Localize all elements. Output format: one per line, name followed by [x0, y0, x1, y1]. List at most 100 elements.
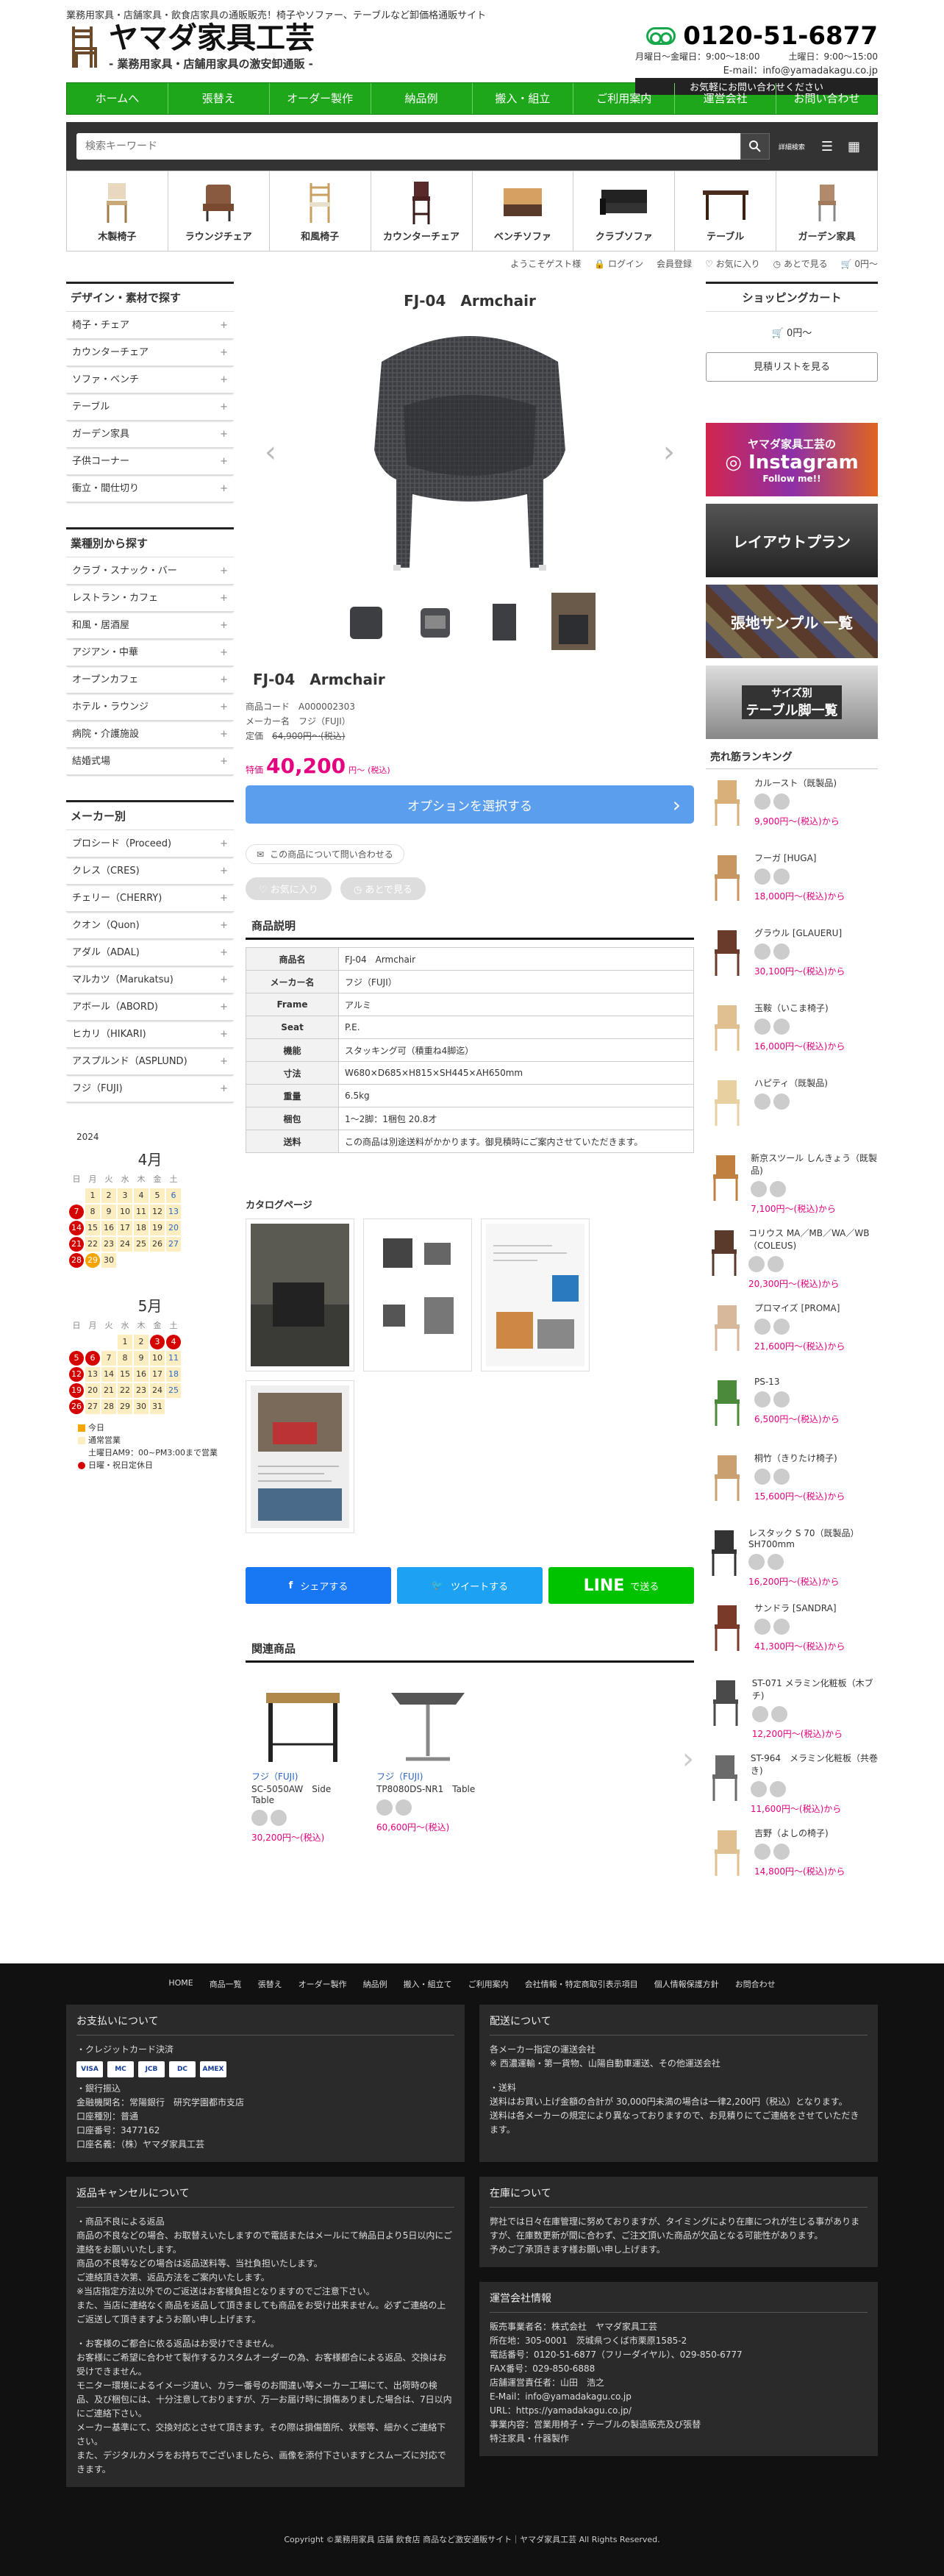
- footer-nav-link[interactable]: お問合わせ: [735, 1978, 776, 1990]
- sidebar-item-industry[interactable]: アジアン・中華 +: [66, 639, 234, 666]
- gnav-reupholster[interactable]: 張替え: [168, 83, 270, 114]
- gnav-assembly[interactable]: 搬入・組立: [473, 83, 574, 114]
- gnav-guide[interactable]: ご利用案内: [573, 83, 676, 114]
- next-arrow-icon[interactable]: ›: [663, 435, 675, 469]
- sidebar-item-design[interactable]: カウンターチェア +: [66, 339, 234, 366]
- gnav-delivery-examples[interactable]: 納品例: [371, 83, 473, 114]
- sidebar-item-maker[interactable]: クオン（Quon) +: [66, 912, 234, 939]
- sidebar-item-industry[interactable]: ホテル・ラウンジ +: [66, 693, 234, 721]
- ranking-item[interactable]: 玉鞍（いこま椅子) 16,000円〜(税込)から: [706, 994, 878, 1069]
- ranking-item[interactable]: レスタック S 70（既製品）SH700mm 16,200円〜(税込)から: [706, 1519, 878, 1594]
- clock-icon[interactable]: [773, 1319, 790, 1335]
- footer-nav-link[interactable]: 納品例: [363, 1978, 387, 1990]
- ranking-item[interactable]: グラウル [GLAUERU] 30,100円〜(税込)から: [706, 919, 878, 994]
- add-favorite-button[interactable]: ♡ お気に入り: [246, 877, 332, 900]
- select-options-button[interactable]: オプションを選択する: [246, 785, 694, 824]
- sidebar-item-maker[interactable]: ヒカリ（HIKARI) +: [66, 1021, 234, 1048]
- gnav-company[interactable]: 運営会社: [675, 83, 777, 114]
- ranking-item[interactable]: フーガ [HUGA] 18,000円〜(税込)から: [706, 844, 878, 919]
- related-next-arrow-icon[interactable]: ›: [501, 1674, 694, 1844]
- related-item[interactable]: フジ（FUJI) SC-5050AW Side Table 30,200円〜(税…: [251, 1674, 354, 1844]
- heart-icon[interactable]: [754, 1018, 770, 1035]
- heart-icon[interactable]: [754, 1093, 770, 1110]
- ranking-item[interactable]: 吉野（よしの椅子) 14,800円〜(税込)から: [706, 1819, 878, 1894]
- heart-icon[interactable]: [748, 1256, 765, 1272]
- sidebar-item-design[interactable]: ソファ・ベンチ +: [66, 366, 234, 393]
- heart-icon[interactable]: [754, 1844, 770, 1860]
- ranking-item[interactable]: 桐竹（きりたけ椅子) 15,600円〜(税込)から: [706, 1444, 878, 1519]
- clock-icon[interactable]: [773, 1391, 790, 1407]
- instagram-banner[interactable]: ヤマダ家具工芸の ◎ Instagram Follow me!!: [706, 423, 878, 496]
- layout-plan-banner[interactable]: レイアウトプラン: [706, 504, 878, 577]
- sidebar-item-industry[interactable]: 結婚式場 +: [66, 748, 234, 775]
- sidebar-item-maker[interactable]: マルカツ（Marukatsu) +: [66, 966, 234, 993]
- sidebar-item-design[interactable]: 椅子・チェア +: [66, 312, 234, 339]
- clock-icon[interactable]: [773, 1844, 790, 1860]
- catalog-page-4[interactable]: [246, 1380, 354, 1533]
- related-item[interactable]: フジ（FUJI) TP8080DS-NR1 Table 60,600円〜(税込): [376, 1674, 479, 1844]
- clock-icon[interactable]: [769, 1781, 786, 1797]
- heart-icon[interactable]: [751, 1706, 768, 1722]
- cart-link[interactable]: 🛒 0円〜: [841, 257, 878, 270]
- register-link[interactable]: 会員登録: [657, 257, 692, 270]
- catalog-page-3[interactable]: [481, 1219, 590, 1371]
- heart-icon[interactable]: [751, 1181, 768, 1197]
- heart-icon[interactable]: [754, 1391, 770, 1407]
- thumbnail-4[interactable]: [547, 593, 600, 650]
- ranking-item[interactable]: 新京スツール しんきょう（既製品) 7,100円〜(税込)から: [706, 1144, 878, 1219]
- site-logo[interactable]: ヤマダ家具工芸 - 業務用家具・店舗用家具の激安卸通販 -: [66, 22, 315, 71]
- ranking-item[interactable]: カルースト（既製品) 9,900円〜(税込)から: [706, 769, 878, 844]
- sidebar-item-industry[interactable]: 病院・介護施設 +: [66, 721, 234, 748]
- sidebar-item-maker[interactable]: アボール（ABORD) +: [66, 993, 234, 1021]
- sidebar-item-maker[interactable]: アスプルンド（ASPLUND) +: [66, 1048, 234, 1075]
- clock-icon[interactable]: [768, 1256, 784, 1272]
- heart-icon[interactable]: [754, 793, 770, 810]
- footer-nav-link[interactable]: オーダー製作: [298, 1978, 347, 1990]
- sidebar-item-design[interactable]: 子供コーナー +: [66, 448, 234, 475]
- fabric-sample-banner[interactable]: 張地サンプル 一覧: [706, 585, 878, 658]
- list-view-icon[interactable]: ☰: [821, 139, 833, 154]
- footer-nav-link[interactable]: 張替え: [258, 1978, 282, 1990]
- gnav-home[interactable]: ホームへ: [67, 83, 168, 114]
- catalog-page-2[interactable]: [363, 1219, 472, 1371]
- catalog-page-1[interactable]: [246, 1219, 354, 1371]
- ranking-item[interactable]: コリウス MA／MB／WA／WB（COLEUS) 20,300円〜(税込)から: [706, 1219, 878, 1294]
- favorites-link[interactable]: ♡ お気に入り: [705, 257, 760, 270]
- ranking-item[interactable]: ハピティ（既製品): [706, 1069, 878, 1144]
- heart-icon[interactable]: [754, 1469, 770, 1485]
- ranking-item[interactable]: ST-964 メラミン化粧板（共巻き) 11,600円〜(税込)から: [706, 1744, 878, 1819]
- facebook-share-button[interactable]: f シェアする: [246, 1567, 391, 1604]
- footer-nav-link[interactable]: 会社情報・特定商取引表示項目: [525, 1978, 638, 1990]
- clock-icon[interactable]: [773, 1093, 790, 1110]
- advanced-search-link[interactable]: 詳細検索: [779, 142, 805, 151]
- thumbnail-3[interactable]: [478, 593, 531, 650]
- clock-icon[interactable]: [773, 943, 790, 960]
- clock-icon[interactable]: [773, 1018, 790, 1035]
- grid-view-icon[interactable]: ▦: [848, 139, 860, 154]
- thumbnail-1[interactable]: [340, 593, 393, 650]
- sidebar-item-maker[interactable]: クレス（CRES) +: [66, 857, 234, 885]
- product-inquiry-button[interactable]: ✉ この商品について問い合わせる: [246, 844, 404, 864]
- heart-icon[interactable]: [754, 868, 770, 885]
- sidebar-item-industry[interactable]: クラブ・スナック・バー +: [66, 557, 234, 585]
- ranking-item[interactable]: ST-071 メラミン化粧板（木ブチ) 12,200円〜(税込)から: [706, 1669, 878, 1744]
- category-club-sofa[interactable]: クラブソファ: [573, 171, 676, 251]
- sidebar-item-industry[interactable]: レストラン・カフェ +: [66, 585, 234, 612]
- heart-icon[interactable]: [748, 1554, 765, 1570]
- clock-icon[interactable]: [770, 1706, 787, 1722]
- clock-icon[interactable]: [773, 793, 790, 810]
- email-address[interactable]: E-mail：info@yamadakagu.co.jp: [635, 63, 878, 76]
- footer-nav-link[interactable]: 商品一覧: [210, 1978, 242, 1990]
- twitter-share-button[interactable]: 🐦 ツイートする: [397, 1567, 543, 1604]
- sidebar-item-maker[interactable]: アダル（ADAL) +: [66, 939, 234, 966]
- category-lounge-chair[interactable]: ラウンジチェア: [168, 171, 270, 251]
- clock-icon[interactable]: [773, 868, 790, 885]
- sidebar-item-maker[interactable]: フジ（FUJI) +: [66, 1075, 234, 1102]
- gnav-order[interactable]: オーダー製作: [270, 83, 371, 114]
- category-table[interactable]: テーブル: [675, 171, 777, 251]
- category-wood-chair[interactable]: 木製椅子: [67, 171, 168, 251]
- heart-icon[interactable]: [750, 1781, 767, 1797]
- clock-icon[interactable]: [770, 1181, 787, 1197]
- category-japanese-chair[interactable]: 和風椅子: [270, 171, 371, 251]
- heart-icon[interactable]: [754, 1619, 770, 1635]
